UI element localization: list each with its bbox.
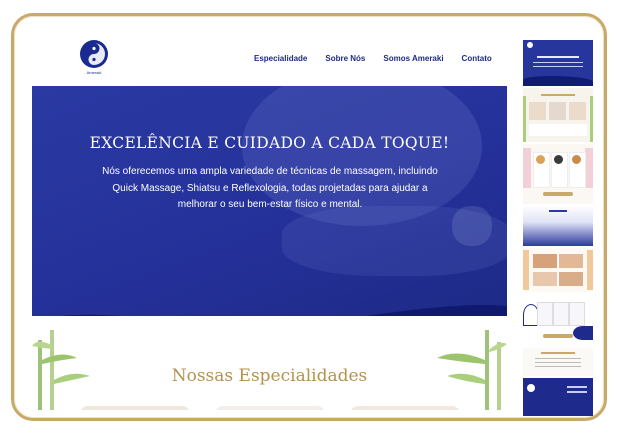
site-header: Ameraki Especialidade Sobre Nós Somos Am…: [32, 30, 507, 84]
website-preview: Ameraki Especialidade Sobre Nós Somos Am…: [32, 30, 507, 410]
nav-contato[interactable]: Contato: [462, 54, 492, 63]
specialties-section: Nossas Especialidades: [32, 330, 507, 410]
logo[interactable]: [80, 40, 108, 68]
thumb-hero: [523, 40, 593, 86]
thumb-about: [523, 206, 593, 246]
portfolio-card: Ameraki Especialidade Sobre Nós Somos Am…: [11, 13, 607, 421]
bamboo-icon: [437, 330, 507, 410]
logo-text: Ameraki: [86, 70, 102, 75]
specialty-cards: [80, 406, 460, 410]
nav-somos-ameraki[interactable]: Somos Ameraki: [383, 54, 443, 63]
yin-yang-logo-icon: [81, 41, 107, 67]
hero-banner: EXCELÊNCIA E CUIDADO A CADA TOQUE! Nós o…: [32, 86, 507, 316]
thumb-footer: [523, 378, 593, 416]
thumb-specialties: [523, 88, 593, 142]
main-nav: Especialidade Sobre Nós Somos Ameraki Co…: [254, 54, 492, 63]
hero-title: EXCELÊNCIA E CUIDADO A CADA TOQUE!: [89, 134, 450, 152]
specialty-card[interactable]: [80, 406, 190, 410]
full-page-thumbnail: [523, 40, 593, 416]
nav-sobre-nos[interactable]: Sobre Nós: [325, 54, 365, 63]
thumb-team: [523, 294, 593, 346]
hero-background-shape: [452, 206, 492, 246]
specialty-card[interactable]: [350, 406, 460, 410]
nav-especialidade[interactable]: Especialidade: [254, 54, 307, 63]
thumb-gallery: [523, 248, 593, 292]
specialty-card[interactable]: [215, 406, 325, 410]
thumb-contact: [523, 348, 593, 376]
thumb-services: [523, 144, 593, 204]
hero-description: Nós oferecemos uma ampla variedade de té…: [102, 166, 438, 210]
hero-wave: [61, 305, 507, 316]
